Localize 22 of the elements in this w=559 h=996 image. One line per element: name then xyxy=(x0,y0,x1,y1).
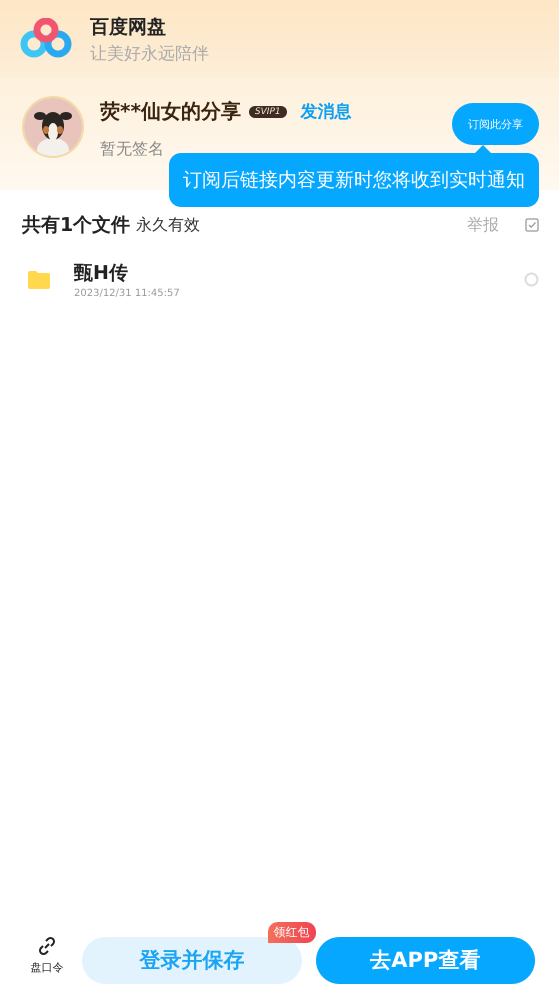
file-name[interactable]: 甄H传 xyxy=(74,260,500,286)
subscribe-button[interactable]: 订阅此分享 xyxy=(452,103,539,145)
select-all-icon[interactable] xyxy=(525,218,539,232)
share-code-button[interactable]: 盘口令 xyxy=(26,936,68,974)
message-link[interactable]: 发消息 xyxy=(300,100,352,123)
select-radio[interactable] xyxy=(524,272,539,287)
folder-icon xyxy=(28,270,50,288)
app-slogan: 让美好永远陪伴 xyxy=(90,42,209,64)
login-save-button[interactable]: 登录并保存 xyxy=(82,936,302,984)
file-count: 共有1个文件 xyxy=(22,213,130,238)
validity-text: 永久有效 xyxy=(136,214,200,236)
open-app-button[interactable]: 去APP查看 xyxy=(316,936,535,984)
logo-icon xyxy=(20,18,72,60)
app-name: 百度网盘 xyxy=(90,14,167,40)
vip-badge: SVIP1 xyxy=(248,106,287,118)
bonus-badge: 领红包 xyxy=(268,922,316,942)
signature-text: 暂无签名 xyxy=(100,139,165,160)
link-icon xyxy=(37,936,57,956)
report-link[interactable]: 举报 xyxy=(467,214,499,236)
file-date: 2023/12/31 11:45:57 xyxy=(74,288,181,299)
subscribe-tooltip: 订阅后链接内容更新时您将收到实时通知 xyxy=(169,153,539,207)
share-title: 荧**仙女的分享 xyxy=(100,98,241,125)
